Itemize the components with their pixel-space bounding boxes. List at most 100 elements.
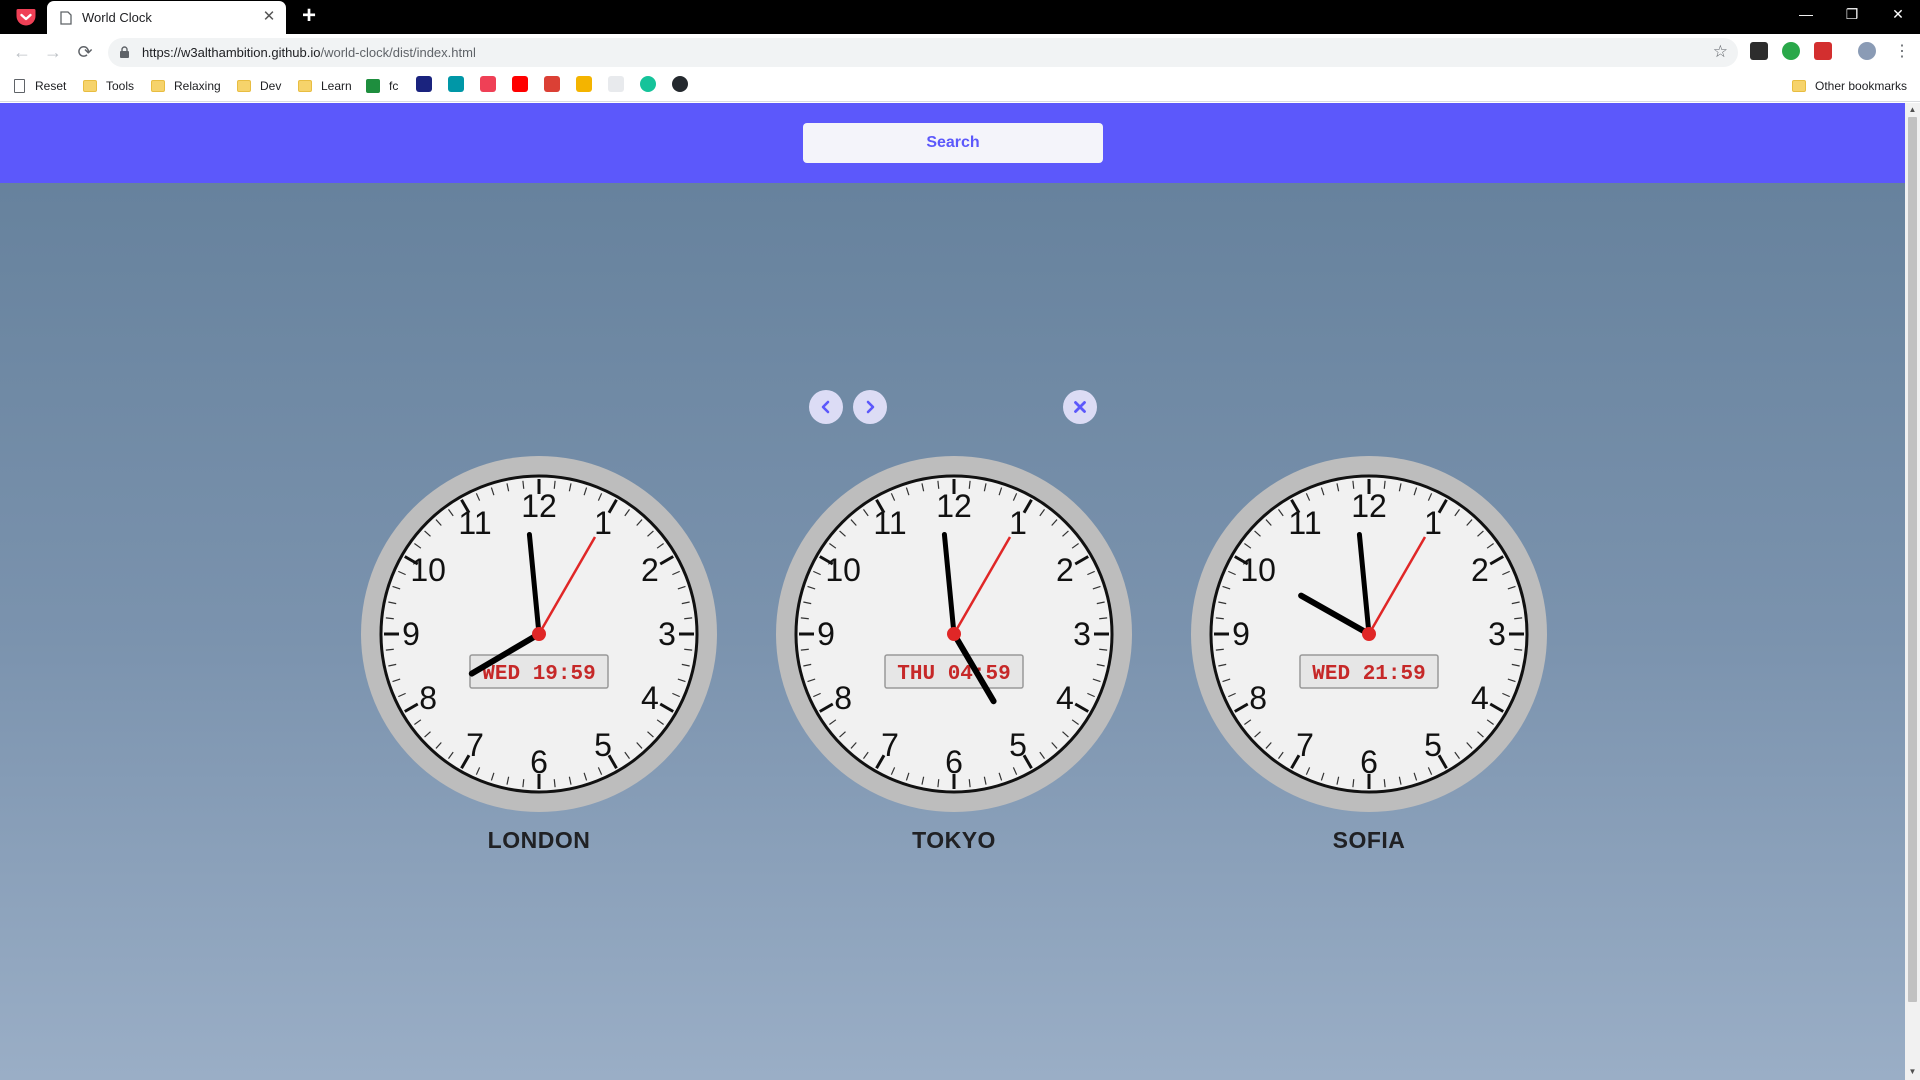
bookmark-tool-icon[interactable] bbox=[608, 76, 624, 92]
folder-icon bbox=[298, 80, 312, 92]
hour-numeral: 2 bbox=[1056, 552, 1074, 588]
minute-tick bbox=[1099, 617, 1108, 620]
bookmark-dark-icon[interactable] bbox=[416, 76, 432, 92]
digital-time: WED 19:59 bbox=[482, 663, 595, 686]
bookmark-pocket-icon[interactable] bbox=[480, 76, 496, 92]
minute-tick bbox=[684, 617, 693, 620]
hour-numeral: 1 bbox=[1424, 505, 1442, 541]
scroll-thumb[interactable] bbox=[1908, 117, 1917, 1002]
lock-icon bbox=[120, 46, 129, 58]
minute-tick bbox=[968, 779, 971, 788]
hour-numeral: 6 bbox=[530, 744, 548, 780]
bookmark-label: Tools bbox=[106, 79, 135, 93]
tab-strip: World Clock ✕ + — ❐ ✕ bbox=[0, 0, 1920, 34]
hour-numeral: 5 bbox=[1424, 727, 1442, 763]
page-viewport: 123456789101112WED 19:59 123456789101112… bbox=[0, 103, 1905, 1080]
hour-numeral: 4 bbox=[1471, 680, 1489, 716]
minute-tick bbox=[800, 648, 809, 651]
arrow-right-icon[interactable]: → bbox=[41, 40, 65, 64]
hour-numeral: 11 bbox=[1288, 505, 1321, 541]
url-text[interactable]: https://w3althambition.github.io/world-c… bbox=[142, 45, 476, 60]
bookmark-other[interactable]: Other bookmarks bbox=[1792, 76, 1907, 96]
arrow-left-icon[interactable]: ← bbox=[10, 40, 34, 64]
folder-icon bbox=[237, 80, 251, 92]
new-tab-button[interactable]: + bbox=[297, 4, 321, 28]
bookmark-tools[interactable]: Tools bbox=[83, 76, 134, 96]
sheets-icon bbox=[366, 79, 380, 93]
chevron-right-icon[interactable] bbox=[853, 390, 887, 424]
pocket-extension-icon[interactable] bbox=[1750, 42, 1768, 60]
search-header bbox=[0, 103, 1905, 183]
bookmark-keep-icon[interactable] bbox=[576, 76, 592, 92]
hour-numeral: 4 bbox=[1056, 680, 1074, 716]
hour-numeral: 2 bbox=[641, 552, 659, 588]
hour-numeral: 4 bbox=[641, 680, 659, 716]
bookmark-label: Reset bbox=[35, 79, 67, 93]
page-icon bbox=[60, 11, 72, 25]
minute-tick bbox=[553, 779, 556, 788]
center-pin bbox=[1362, 627, 1376, 641]
search-input[interactable] bbox=[803, 123, 1103, 163]
bookmark-learn[interactable]: Learn bbox=[298, 76, 352, 96]
avatar[interactable] bbox=[1858, 42, 1876, 60]
minute-tick bbox=[1383, 779, 1386, 788]
star-icon[interactable]: ☆ bbox=[1713, 42, 1728, 62]
restore-icon[interactable]: ❐ bbox=[1829, 0, 1875, 30]
hour-numeral: 7 bbox=[1296, 727, 1314, 763]
hour-numeral: 6 bbox=[1360, 744, 1378, 780]
bookmark-todoist-icon[interactable] bbox=[544, 76, 560, 92]
hour-numeral: 10 bbox=[825, 552, 861, 588]
close-icon[interactable] bbox=[1063, 390, 1097, 424]
bookmark-label: Relaxing bbox=[174, 79, 221, 93]
scrollbar[interactable]: ▲ ▼ bbox=[1905, 103, 1920, 1080]
bookmark-fc[interactable]: fc bbox=[366, 76, 398, 96]
address-bar[interactable]: https://w3althambition.github.io/world-c… bbox=[108, 38, 1738, 67]
hour-numeral: 11 bbox=[458, 505, 491, 541]
city-name-tokyo: TOKYO bbox=[912, 827, 996, 853]
extension-green-icon[interactable] bbox=[1782, 42, 1800, 60]
folder-icon bbox=[83, 80, 97, 92]
hour-numeral: 1 bbox=[1009, 505, 1027, 541]
bookmark-grammarly-icon[interactable] bbox=[640, 76, 656, 92]
minute-tick bbox=[1352, 779, 1355, 788]
scroll-down-icon[interactable]: ▼ bbox=[1907, 1067, 1918, 1077]
hour-numeral: 2 bbox=[1471, 552, 1489, 588]
minute-tick bbox=[385, 648, 394, 651]
bookmark-github-icon[interactable] bbox=[672, 76, 688, 92]
hour-numeral: 12 bbox=[521, 488, 557, 524]
minute-tick bbox=[1514, 617, 1523, 620]
digital-time: WED 21:59 bbox=[1312, 663, 1425, 686]
hour-numeral: 8 bbox=[1249, 680, 1267, 716]
browser-toolbar: ← → ⟳ https://w3althambition.github.io/w… bbox=[0, 34, 1920, 70]
extension-red-icon[interactable] bbox=[1814, 42, 1832, 60]
hour-numeral: 7 bbox=[881, 727, 899, 763]
menu-icon[interactable]: ⋮ bbox=[1890, 40, 1914, 64]
bookmark-relaxing[interactable]: Relaxing bbox=[151, 76, 221, 96]
url-host: https://w3althambition.github.io bbox=[142, 45, 321, 60]
bookmark-n-icon[interactable] bbox=[448, 76, 464, 92]
pocket-icon[interactable] bbox=[14, 7, 38, 27]
minute-tick bbox=[522, 779, 525, 788]
digital-time: THU 04:59 bbox=[897, 663, 1010, 686]
minute-tick bbox=[385, 617, 394, 620]
reload-icon[interactable]: ⟳ bbox=[73, 40, 97, 64]
chevron-left-icon[interactable] bbox=[809, 390, 843, 424]
hour-numeral: 12 bbox=[936, 488, 972, 524]
bookmark-youtube-icon[interactable] bbox=[512, 76, 528, 92]
minute-tick bbox=[1099, 648, 1108, 651]
minute-tick bbox=[800, 617, 809, 620]
tab-close-icon[interactable]: ✕ bbox=[261, 9, 277, 25]
bookmark-reset[interactable]: Reset bbox=[14, 76, 66, 96]
tab-world-clock[interactable]: World Clock ✕ bbox=[47, 1, 286, 34]
center-pin bbox=[947, 627, 961, 641]
hour-numeral: 9 bbox=[1232, 616, 1250, 652]
scroll-up-icon[interactable]: ▲ bbox=[1907, 105, 1918, 115]
city-name-london: LONDON bbox=[487, 827, 591, 853]
bookmark-label: Dev bbox=[260, 79, 282, 93]
clock-london: 1234567891011 12WED 19:59 bbox=[361, 456, 717, 812]
bookmarks-bar: Reset Tools Relaxing Dev Learn fc Other … bbox=[0, 70, 1920, 102]
minimize-icon[interactable]: — bbox=[1783, 0, 1829, 30]
minute-tick bbox=[1215, 617, 1224, 620]
bookmark-dev[interactable]: Dev bbox=[237, 76, 281, 96]
close-window-icon[interactable]: ✕ bbox=[1875, 0, 1920, 30]
